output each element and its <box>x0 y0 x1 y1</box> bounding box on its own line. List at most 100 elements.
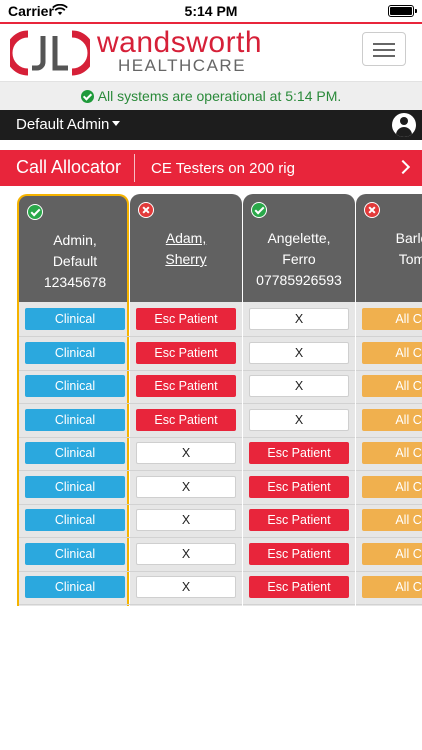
allocation-cells: Clinical Clinical Clinical Clinical Clinical… <box>17 302 131 606</box>
allocation-toggle-clinical[interactable]: Clinical <box>25 342 125 364</box>
row-divider <box>356 504 422 505</box>
allocation-toggle-clinical[interactable]: Clinical <box>25 375 125 397</box>
allocation-cells: Esc Patient Esc Patient Esc Patient Esc Pat… <box>130 302 242 606</box>
user-avatar-icon[interactable] <box>392 113 416 137</box>
agent-header[interactable]: Angelette, Ferro 07785926593 <box>243 194 355 302</box>
allocation-toggle-clinical[interactable]: Clinical <box>25 409 125 431</box>
call-allocator-bar[interactable]: Call Allocator CE Testers on 200 rig <box>0 150 422 186</box>
agent-name-line: Ferro <box>282 251 316 267</box>
allocation-toggle-x[interactable]: X <box>249 375 349 397</box>
allocation-cells: All Ca All Ca All Ca All Ca All Ca All Ca All … <box>356 302 422 606</box>
row-divider <box>19 403 131 404</box>
row-divider <box>356 571 422 572</box>
battery-icon <box>388 5 417 17</box>
status-ok-icon <box>251 202 267 218</box>
allocation-toggle-clinical[interactable]: Clinical <box>25 308 125 330</box>
agent-name-line: Adam, <box>165 230 207 246</box>
clock: 5:14 PM <box>184 3 238 19</box>
allocation-toggle-esc[interactable]: Esc Patient <box>249 543 349 565</box>
row-divider <box>130 403 242 404</box>
allocation-cells: X X X X Esc Patient Esc Patient Esc Patient Esc… <box>243 302 355 606</box>
check-circle-icon <box>80 90 94 103</box>
brand-name: wandsworth <box>97 26 263 59</box>
allocation-toggle-allca[interactable]: All Ca <box>362 576 422 598</box>
row-divider <box>19 604 131 605</box>
row-divider <box>243 403 355 404</box>
allocation-toggle-allca[interactable]: All Ca <box>362 342 422 364</box>
row-divider <box>356 403 422 404</box>
allocator-group: CE Testers on 200 rig <box>151 160 295 177</box>
row-divider <box>130 604 242 605</box>
status-error-icon <box>138 202 154 218</box>
allocation-toggle-clinical[interactable]: Clinical <box>25 543 125 565</box>
row-divider <box>19 470 131 471</box>
row-divider <box>243 537 355 538</box>
row-divider <box>19 437 131 438</box>
allocation-toggle-x[interactable]: X <box>249 409 349 431</box>
row-divider <box>243 604 355 605</box>
wandsworth-logo[interactable] <box>10 30 90 76</box>
row-divider <box>243 437 355 438</box>
chevron-right-icon[interactable] <box>395 159 411 175</box>
row-divider <box>356 437 422 438</box>
ios-status-bar: Carrier 5:14 PM <box>0 0 422 22</box>
allocation-toggle-x[interactable]: X <box>136 576 236 598</box>
agent-header[interactable]: Admin, Default 12345678 <box>17 194 129 302</box>
allocation-toggle-clinical[interactable]: Clinical <box>25 576 125 598</box>
row-divider <box>130 336 242 337</box>
allocation-toggle-esc[interactable]: Esc Patient <box>249 442 349 464</box>
allocation-toggle-x[interactable]: X <box>249 308 349 330</box>
agent-name-line: Barlo <box>395 230 422 246</box>
row-divider <box>130 470 242 471</box>
agent-header[interactable]: Barlo Tom <box>356 194 422 302</box>
agent-name-line: 12345678 <box>43 274 107 290</box>
allocation-toggle-clinical[interactable]: Clinical <box>25 509 125 531</box>
agent-name[interactable]: Adam, Sherry <box>130 228 242 270</box>
allocation-toggle-x[interactable]: X <box>136 509 236 531</box>
allocation-toggle-x[interactable]: X <box>136 442 236 464</box>
row-divider <box>130 537 242 538</box>
allocation-toggle-allca[interactable]: All Ca <box>362 442 422 464</box>
allocation-toggle-clinical[interactable]: Clinical <box>25 476 125 498</box>
agent-name-line: Default <box>52 253 98 269</box>
hamburger-menu-button[interactable] <box>362 32 406 66</box>
menu-bar-icon <box>373 43 395 45</box>
allocation-toggle-esc[interactable]: Esc Patient <box>136 375 236 397</box>
user-dropdown[interactable]: Default Admin <box>16 116 121 133</box>
row-divider <box>19 504 131 505</box>
row-divider <box>356 604 422 605</box>
allocation-toggle-esc[interactable]: Esc Patient <box>249 476 349 498</box>
allocation-toggle-esc[interactable]: Esc Patient <box>136 308 236 330</box>
allocation-toggle-esc[interactable]: Esc Patient <box>136 342 236 364</box>
allocation-toggle-allca[interactable]: All Ca <box>362 543 422 565</box>
row-divider <box>243 336 355 337</box>
allocation-toggle-allca[interactable]: All Ca <box>362 375 422 397</box>
allocation-grid: Admin, Default 12345678 Clinical Clinical Cli… <box>0 194 422 606</box>
allocation-toggle-allca[interactable]: All Ca <box>362 509 422 531</box>
menu-bar-icon <box>373 49 395 51</box>
agent-name-line: Angelette, <box>267 230 331 246</box>
caret-down-icon <box>112 121 121 126</box>
allocator-title: Call Allocator <box>16 157 122 177</box>
row-divider <box>130 504 242 505</box>
allocation-toggle-esc[interactable]: Esc Patient <box>136 409 236 431</box>
agent-header[interactable]: Adam, Sherry <box>130 194 242 302</box>
system-status-text: All systems are operational at 5:14 PM. <box>97 88 342 104</box>
agent-name-line: Tom <box>398 251 422 267</box>
agent-name: Barlo Tom <box>356 228 422 270</box>
allocation-toggle-x[interactable]: X <box>249 342 349 364</box>
allocation-toggle-esc[interactable]: Esc Patient <box>249 576 349 598</box>
allocation-toggle-esc[interactable]: Esc Patient <box>249 509 349 531</box>
user-name: Default Admin <box>16 116 110 133</box>
app-header: wandsworth HEALTHCARE <box>0 24 422 82</box>
agent-name: Admin, Default 12345678 <box>19 230 131 293</box>
row-divider <box>356 336 422 337</box>
divider <box>134 154 135 182</box>
allocation-toggle-clinical[interactable]: Clinical <box>25 442 125 464</box>
allocation-toggle-allca[interactable]: All Ca <box>362 476 422 498</box>
allocation-toggle-x[interactable]: X <box>136 476 236 498</box>
allocation-toggle-x[interactable]: X <box>136 543 236 565</box>
allocation-toggle-allca[interactable]: All Ca <box>362 308 422 330</box>
agent-name-line: 07785926593 <box>256 272 342 288</box>
allocation-toggle-allca[interactable]: All Ca <box>362 409 422 431</box>
